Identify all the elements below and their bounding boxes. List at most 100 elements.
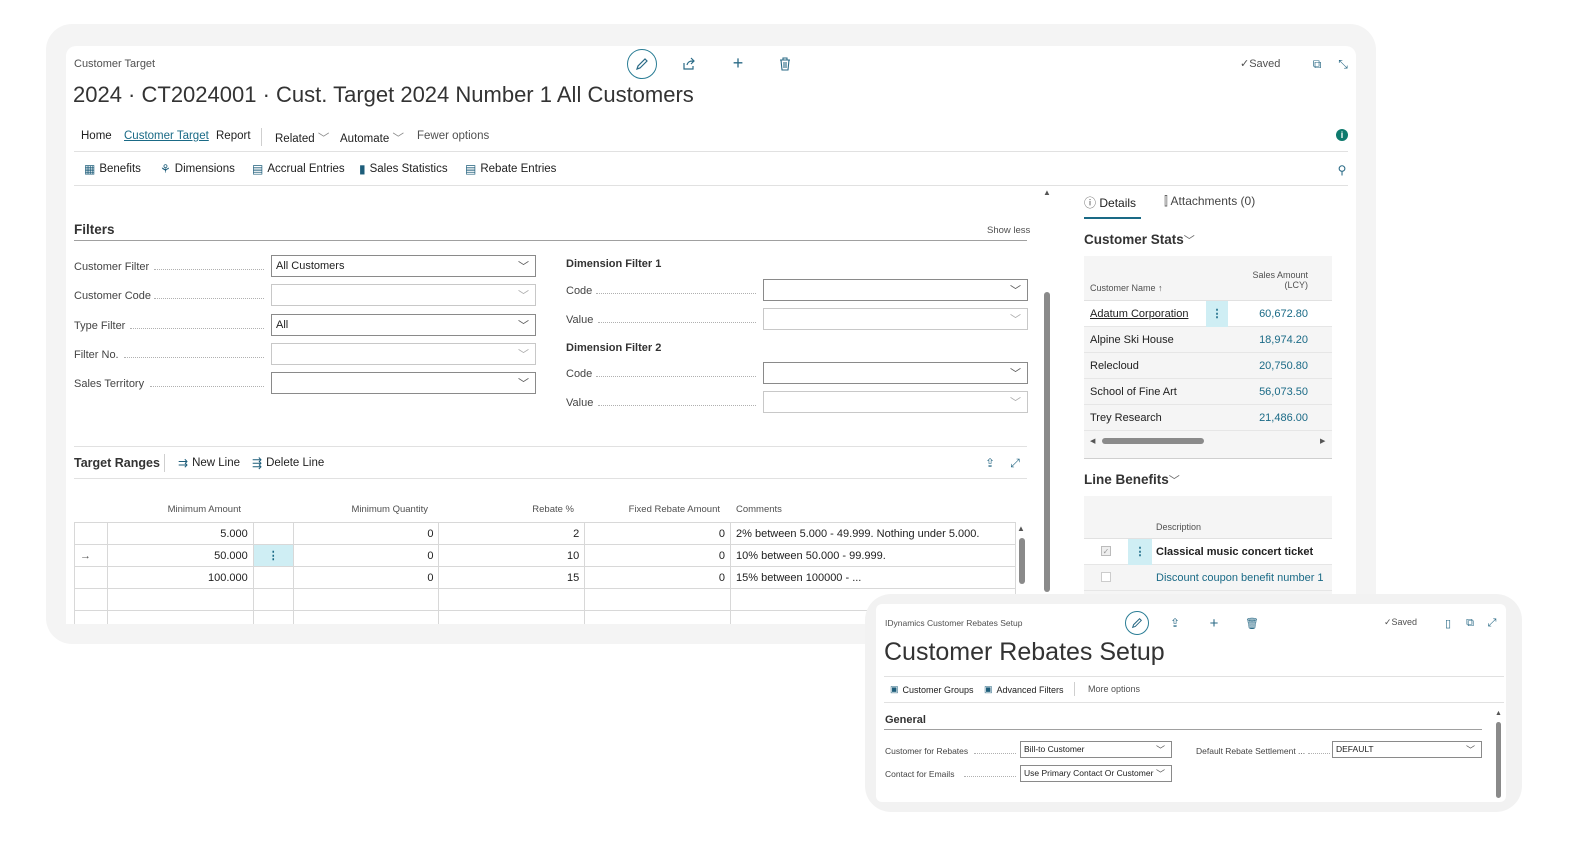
- sales-amount[interactable]: 60,672.80: [1259, 308, 1308, 320]
- nav-home[interactable]: Home: [81, 130, 112, 142]
- minimum-quantity-cell[interactable]: 0: [292, 522, 440, 545]
- table-row[interactable]: 5.000 0 2 0 2% between 5.000 - 49.999. N…: [74, 522, 1016, 545]
- sales-amount[interactable]: 20,750.80: [1259, 360, 1308, 372]
- bookmark-icon[interactable]: ▯: [1438, 613, 1458, 633]
- tab-details[interactable]: ⓘ Details: [1084, 194, 1136, 211]
- setup-scrollbar[interactable]: [1496, 722, 1501, 798]
- list-item[interactable]: Discount coupon benefit number 1: [1084, 565, 1332, 591]
- more-options-link[interactable]: More options: [1088, 684, 1140, 694]
- sales-amount[interactable]: 21,486.00: [1259, 412, 1308, 424]
- scroll-up-icon[interactable]: ▲: [1495, 710, 1502, 717]
- new-icon[interactable]: +: [728, 53, 748, 73]
- expand-icon[interactable]: ⤢: [1482, 613, 1502, 633]
- list-item[interactable]: School of Fine Art 56,073.50: [1084, 379, 1332, 405]
- fixed-rebate-cell[interactable]: 0: [584, 544, 731, 567]
- show-less-link[interactable]: Show less: [987, 225, 1030, 236]
- nav-related[interactable]: Related ﹀: [275, 130, 329, 146]
- list-item[interactable]: Alpine Ski House 18,974.20: [1084, 327, 1332, 353]
- dim2-code-select[interactable]: ﹀: [763, 362, 1028, 384]
- rebate-cell[interactable]: 10: [438, 544, 586, 567]
- customer-name[interactable]: Trey Research: [1090, 412, 1162, 424]
- type-filter-select[interactable]: All ﹀: [271, 314, 536, 336]
- share-icon[interactable]: [679, 54, 699, 74]
- sales-amount[interactable]: 18,974.20: [1259, 334, 1308, 346]
- rebate-cell[interactable]: 15: [438, 566, 586, 589]
- grid-scrollbar[interactable]: [1019, 538, 1025, 584]
- filter-no-select[interactable]: ﹀: [271, 343, 536, 365]
- fixed-rebate-cell[interactable]: 0: [584, 522, 731, 545]
- new-icon[interactable]: +: [1204, 613, 1224, 633]
- delete-line-button[interactable]: ⇶ Delete Line: [252, 456, 324, 470]
- horizontal-scrollbar[interactable]: [1102, 438, 1204, 444]
- customer-stats-title[interactable]: Customer Stats﹀: [1084, 232, 1195, 248]
- rebate-cell[interactable]: 2: [438, 522, 586, 545]
- table-row[interactable]: 100.000 0 15 0 15% between 100000 - ...: [74, 566, 1016, 589]
- comment-cell[interactable]: 15% between 100000 - ...: [730, 566, 1016, 589]
- customer-name[interactable]: Adatum Corporation: [1090, 308, 1188, 320]
- list-item[interactable]: Adatum Corporation ⋮ 60,672.80: [1084, 301, 1332, 327]
- edit-icon[interactable]: [627, 49, 657, 79]
- delete-icon[interactable]: 🗑: [1242, 613, 1262, 633]
- customer-name[interactable]: Relecloud: [1090, 360, 1139, 372]
- dim1-value-select[interactable]: ﹀: [763, 308, 1028, 330]
- line-benefits-title[interactable]: Line Benefits﹀: [1084, 472, 1180, 488]
- list-item[interactable]: Relecloud 20,750.80: [1084, 353, 1332, 379]
- pin-icon[interactable]: ⚲: [1332, 160, 1352, 180]
- open-new-window-icon[interactable]: ⧉: [1460, 613, 1480, 633]
- action-rebate-entries[interactable]: ▤ Rebate Entries: [465, 162, 556, 176]
- collapse-icon[interactable]: ⤡: [1333, 54, 1353, 74]
- action-accrual-entries[interactable]: ▤ Accrual Entries: [252, 162, 345, 176]
- share-icon[interactable]: ⇪: [980, 453, 1000, 473]
- benefit-description[interactable]: Classical music concert ticket: [1156, 546, 1313, 558]
- nav-automate[interactable]: Automate ﹀: [340, 130, 404, 146]
- fixed-rebate-cell[interactable]: 0: [584, 566, 731, 589]
- list-item[interactable]: ✓ ⋮ Classical music concert ticket: [1084, 539, 1332, 565]
- minimum-quantity-cell[interactable]: 0: [292, 544, 440, 567]
- action-sales-statistics[interactable]: ▮ Sales Statistics: [359, 162, 448, 176]
- edit-icon[interactable]: [1125, 611, 1149, 635]
- scroll-right-icon[interactable]: ▶: [1320, 437, 1325, 445]
- comment-cell[interactable]: 2% between 5.000 - 49.999. Nothing under…: [730, 522, 1016, 545]
- row-menu-icon[interactable]: ⋮: [252, 544, 294, 567]
- scroll-up-icon[interactable]: ▲: [1017, 524, 1025, 533]
- checkbox[interactable]: [1101, 572, 1111, 582]
- nav-fewer-options[interactable]: Fewer options: [417, 130, 489, 142]
- col-customer-name[interactable]: Customer Name ↑: [1090, 283, 1163, 293]
- minimum-amount-cell[interactable]: 50.000: [106, 544, 254, 567]
- delete-icon[interactable]: [775, 54, 795, 74]
- expand-icon[interactable]: ⤢: [1005, 453, 1025, 473]
- info-icon[interactable]: i: [1336, 129, 1348, 141]
- checkbox[interactable]: ✓: [1101, 546, 1111, 556]
- row-menu-icon[interactable]: ⋮: [1206, 301, 1228, 327]
- sales-territory-select[interactable]: ﹀: [271, 372, 536, 394]
- table-row[interactable]: → 50.000 ⋮ 0 10 0 10% between 50.000 - 9…: [74, 544, 1016, 567]
- sales-amount[interactable]: 56,073.50: [1259, 386, 1308, 398]
- dim2-value-select[interactable]: ﹀: [763, 391, 1028, 413]
- action-advanced-filters[interactable]: ▣ Advanced Filters: [984, 684, 1064, 695]
- customer-code-select[interactable]: ﹀: [271, 284, 536, 306]
- list-item[interactable]: Trey Research 21,486.00: [1084, 405, 1332, 431]
- share-icon[interactable]: ⇪: [1165, 613, 1185, 633]
- action-customer-groups[interactable]: ▣ Customer Groups: [890, 684, 974, 695]
- customer-filter-select[interactable]: All Customers ﹀: [271, 255, 536, 277]
- minimum-amount-cell[interactable]: 100.000: [106, 566, 254, 589]
- nav-customer-target[interactable]: Customer Target: [124, 130, 209, 142]
- minimum-quantity-cell[interactable]: 0: [292, 566, 440, 589]
- nav-report[interactable]: Report: [216, 130, 251, 142]
- contact-for-emails-select[interactable]: Use Primary Contact Or Customer I ﹀: [1020, 765, 1172, 782]
- scroll-left-icon[interactable]: ◀: [1090, 437, 1095, 445]
- customer-name[interactable]: Alpine Ski House: [1090, 334, 1174, 346]
- action-dimensions[interactable]: ⚘ Dimensions: [160, 162, 235, 176]
- customer-for-rebates-select[interactable]: Bill-to Customer ﹀: [1020, 741, 1172, 758]
- row-menu-icon[interactable]: ⋮: [1128, 539, 1152, 565]
- default-settlement-select[interactable]: DEFAULT ﹀: [1332, 741, 1482, 758]
- scroll-up-icon[interactable]: ▲: [1043, 188, 1051, 197]
- tab-attachments[interactable]: ⫿ Attachments (0): [1164, 194, 1255, 209]
- comment-cell[interactable]: 10% between 50.000 - 99.999.: [730, 544, 1016, 567]
- action-benefits[interactable]: ▦ Benefits: [84, 162, 141, 176]
- minimum-amount-cell[interactable]: 5.000: [106, 522, 254, 545]
- new-line-button[interactable]: ⇉ New Line: [178, 456, 240, 470]
- open-new-window-icon[interactable]: ⧉: [1307, 54, 1327, 74]
- customer-name[interactable]: School of Fine Art: [1090, 386, 1177, 398]
- content-scrollbar[interactable]: [1044, 292, 1050, 592]
